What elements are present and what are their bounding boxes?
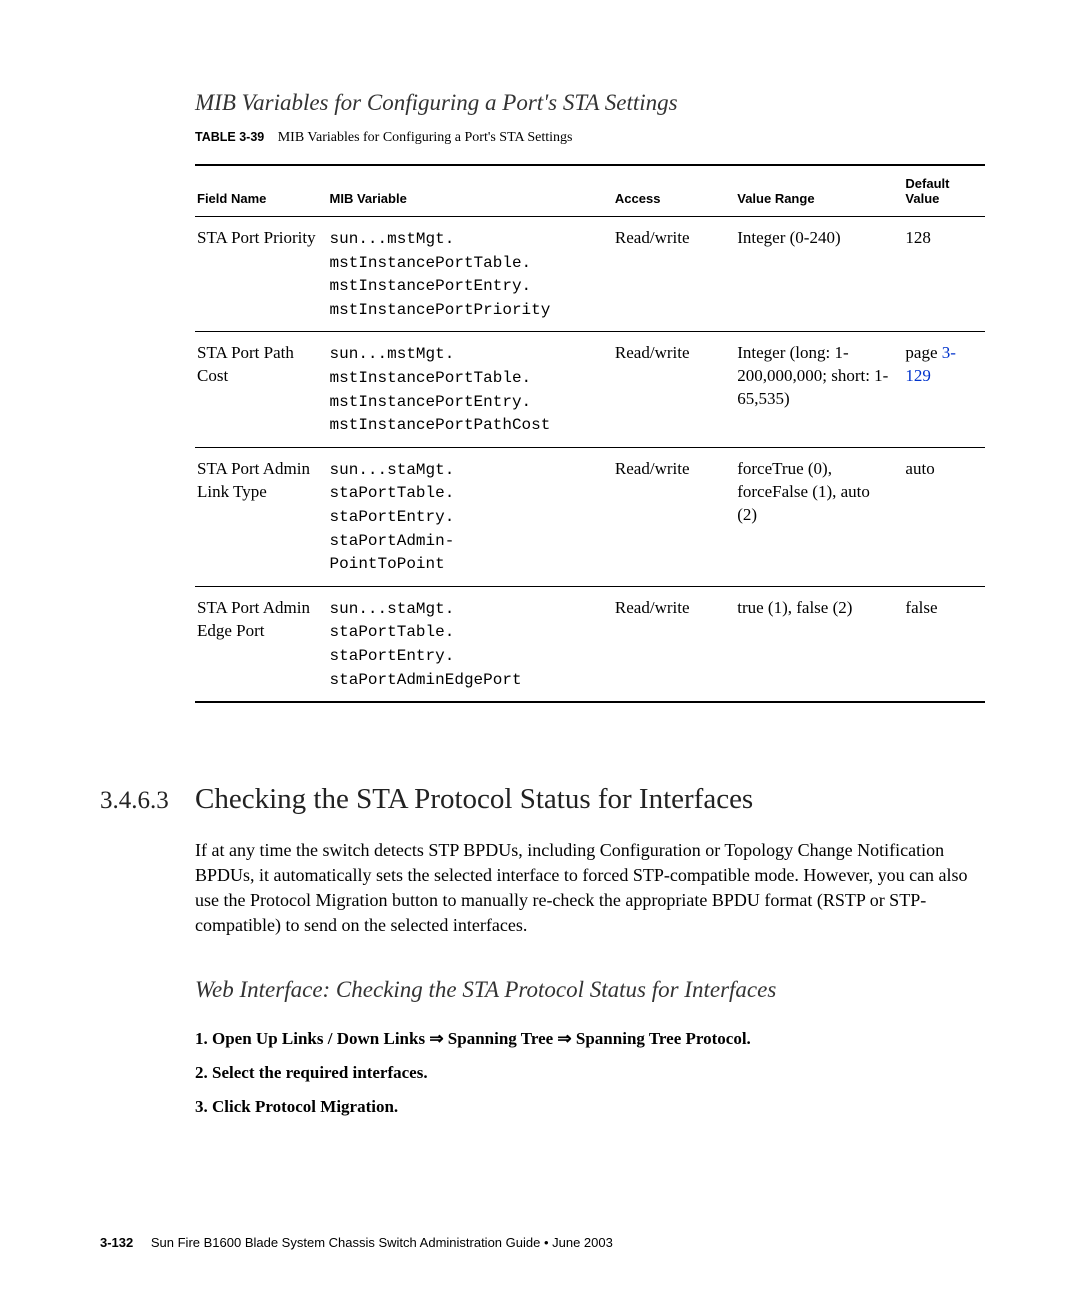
cell-field: STA Port Admin Link Type xyxy=(195,447,328,586)
footer-text: Sun Fire B1600 Blade System Chassis Swit… xyxy=(151,1235,613,1250)
table-label: TABLE 3-39 xyxy=(195,130,264,144)
section-heading-row: 3.4.6.3 Checking the STA Protocol Status… xyxy=(100,783,980,816)
cell-default: auto xyxy=(903,447,985,586)
cell-mib: sun...mstMgt. mstInstancePortTable. mstI… xyxy=(328,332,613,447)
cell-range: true (1), false (2) xyxy=(735,586,903,702)
cell-mib: sun...staMgt. staPortTable. staPortEntry… xyxy=(328,586,613,702)
cell-access: Read/write xyxy=(613,217,735,332)
section-subtitle-mib: MIB Variables for Configuring a Port's S… xyxy=(195,90,980,116)
table-caption: TABLE 3-39 MIB Variables for Configuring… xyxy=(195,130,980,146)
table-caption-text: MIB Variables for Configuring a Port's S… xyxy=(278,130,573,145)
table-row: STA Port Path Costsun...mstMgt. mstInsta… xyxy=(195,332,985,447)
col-default-value: Default Value xyxy=(903,165,985,217)
table-header-row: Field Name MIB Variable Access Value Ran… xyxy=(195,165,985,217)
list-item: Click Protocol Migration. xyxy=(195,1097,980,1117)
cell-range: Integer (0-240) xyxy=(735,217,903,332)
col-mib-variable: MIB Variable xyxy=(328,165,613,217)
table-row: STA Port Admin Link Typesun...staMgt. st… xyxy=(195,447,985,586)
cell-field: STA Port Admin Edge Port xyxy=(195,586,328,702)
page-footer: 3-132 Sun Fire B1600 Blade System Chassi… xyxy=(100,1235,613,1250)
cell-field: STA Port Path Cost xyxy=(195,332,328,447)
section-title: Checking the STA Protocol Status for Int… xyxy=(195,783,753,816)
cell-default: page 3-129 xyxy=(903,332,985,447)
cell-mib: sun...mstMgt. mstInstancePortTable. mstI… xyxy=(328,217,613,332)
page-number: 3-132 xyxy=(100,1235,133,1250)
page-ref-link[interactable]: 3-129 xyxy=(905,343,956,385)
cell-default: 128 xyxy=(903,217,985,332)
cell-field: STA Port Priority xyxy=(195,217,328,332)
col-access: Access xyxy=(613,165,735,217)
section-subtitle-web: Web Interface: Checking the STA Protocol… xyxy=(195,977,980,1003)
cell-mib: sun...staMgt. staPortTable. staPortEntry… xyxy=(328,447,613,586)
col-value-range: Value Range xyxy=(735,165,903,217)
cell-access: Read/write xyxy=(613,586,735,702)
mib-table: Field Name MIB Variable Access Value Ran… xyxy=(195,164,985,703)
steps-list: Open Up Links / Down Links ⇒ Spanning Tr… xyxy=(195,1029,980,1117)
list-item: Open Up Links / Down Links ⇒ Spanning Tr… xyxy=(195,1029,980,1049)
table-row: STA Port Admin Edge Portsun...staMgt. st… xyxy=(195,586,985,702)
cell-range: forceTrue (0), forceFalse (1), auto (2) xyxy=(735,447,903,586)
cell-access: Read/write xyxy=(613,332,735,447)
section-number: 3.4.6.3 xyxy=(100,787,195,815)
section-paragraph: If at any time the switch detects STP BP… xyxy=(195,838,985,937)
cell-default: false xyxy=(903,586,985,702)
col-field-name: Field Name xyxy=(195,165,328,217)
cell-range: Integer (long: 1-200,000,000; short: 1-6… xyxy=(735,332,903,447)
list-item: Select the required interfaces. xyxy=(195,1063,980,1083)
cell-access: Read/write xyxy=(613,447,735,586)
table-row: STA Port Prioritysun...mstMgt. mstInstan… xyxy=(195,217,985,332)
